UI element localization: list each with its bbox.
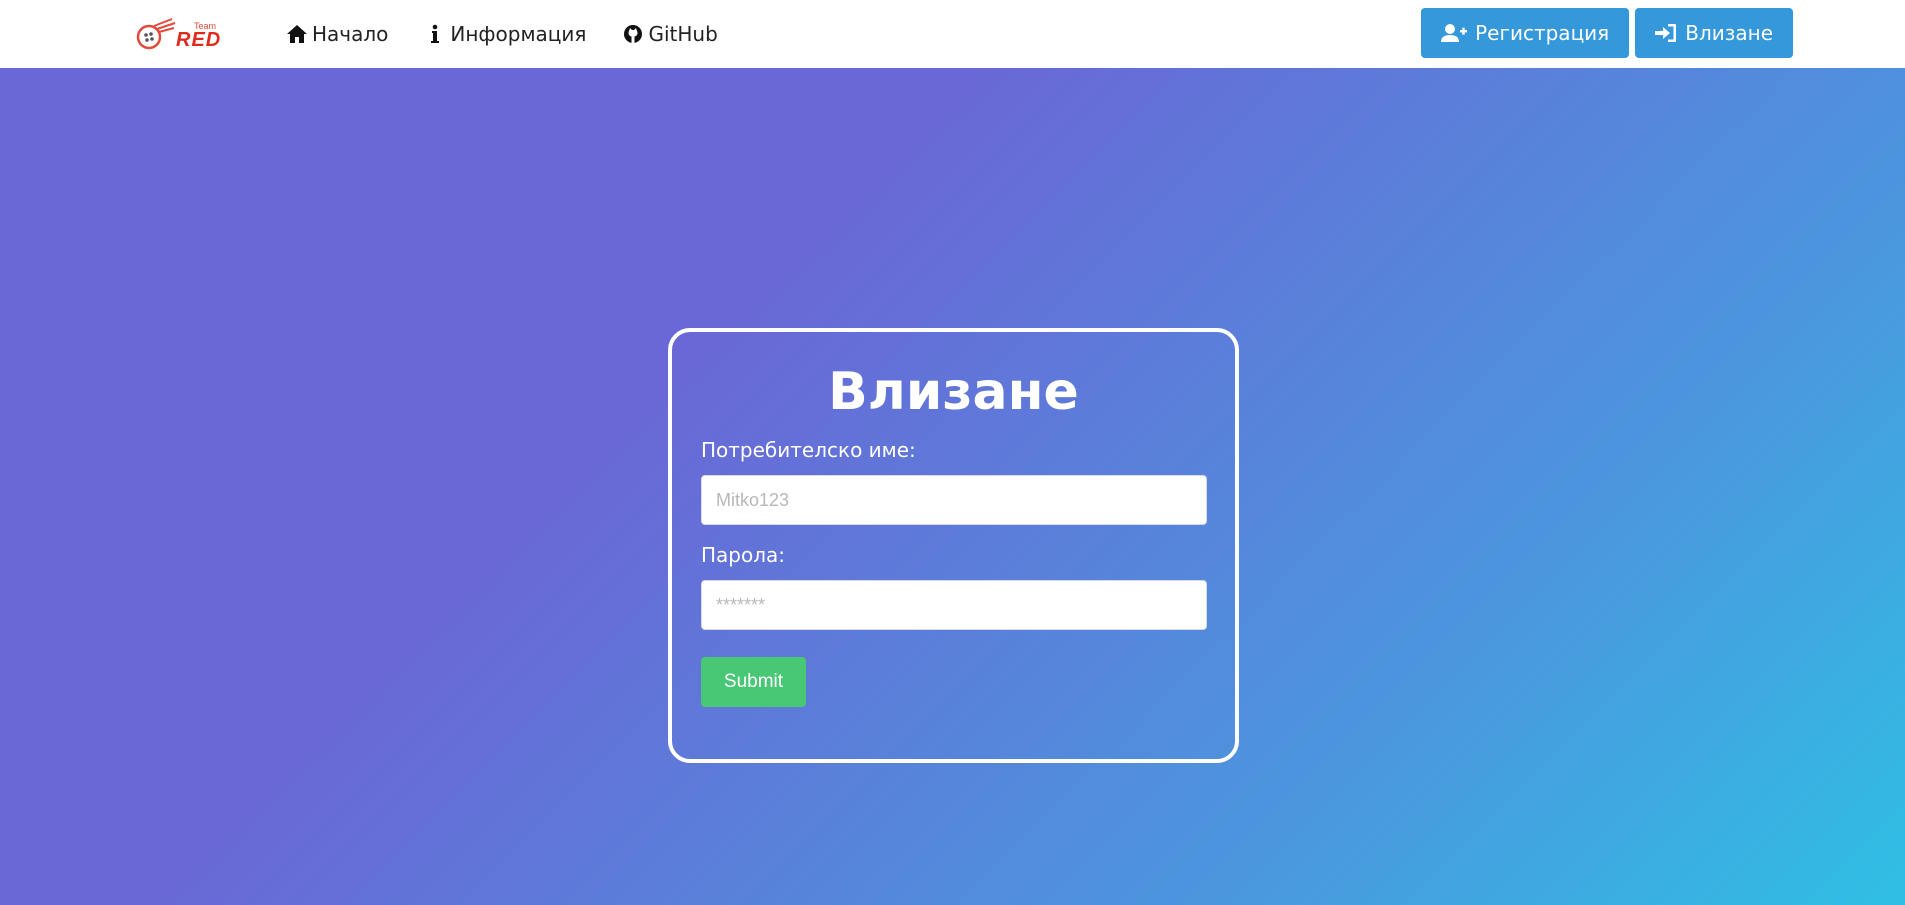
username-label: Потребителско име: xyxy=(701,438,916,462)
nav-link-github[interactable]: GitHub xyxy=(622,14,718,54)
password-label: Парола: xyxy=(701,543,786,567)
nav-link-home[interactable]: Начало xyxy=(286,14,388,54)
login-form: Влизане Потребителско име: Парола: Submi… xyxy=(668,328,1239,763)
login-button[interactable]: Влизане xyxy=(1635,8,1793,58)
register-button-label: Регистрация xyxy=(1475,21,1610,45)
logo-icon xyxy=(132,17,176,51)
nav-actions: Регистрация Влизане xyxy=(1415,8,1793,58)
nav-links: Начало Информация GitHub xyxy=(286,0,754,68)
sign-in-icon xyxy=(1655,24,1677,42)
username-input[interactable] xyxy=(701,475,1207,525)
nav-link-home-label: Начало xyxy=(312,22,389,46)
login-button-label: Влизане xyxy=(1685,21,1773,45)
logo-red-text: RED xyxy=(176,29,222,51)
register-button[interactable]: Регистрация xyxy=(1421,8,1630,58)
home-icon xyxy=(287,25,307,43)
login-form-title: Влизане xyxy=(828,362,1079,422)
user-plus-icon xyxy=(1441,24,1468,42)
submit-button[interactable]: Submit xyxy=(701,657,806,707)
nav-link-info-label: Информация xyxy=(450,22,587,46)
nav-link-github-label: GitHub xyxy=(648,22,718,46)
navbar: Team RED Начало Информация GitHub Регист… xyxy=(0,0,1905,68)
github-icon xyxy=(624,25,643,43)
info-icon xyxy=(431,24,440,43)
logo[interactable]: Team RED xyxy=(132,15,238,53)
password-input[interactable] xyxy=(701,580,1207,630)
nav-link-info[interactable]: Информация xyxy=(424,14,586,54)
hero-background: Влизане Потребителско име: Парола: Submi… xyxy=(0,68,1905,905)
